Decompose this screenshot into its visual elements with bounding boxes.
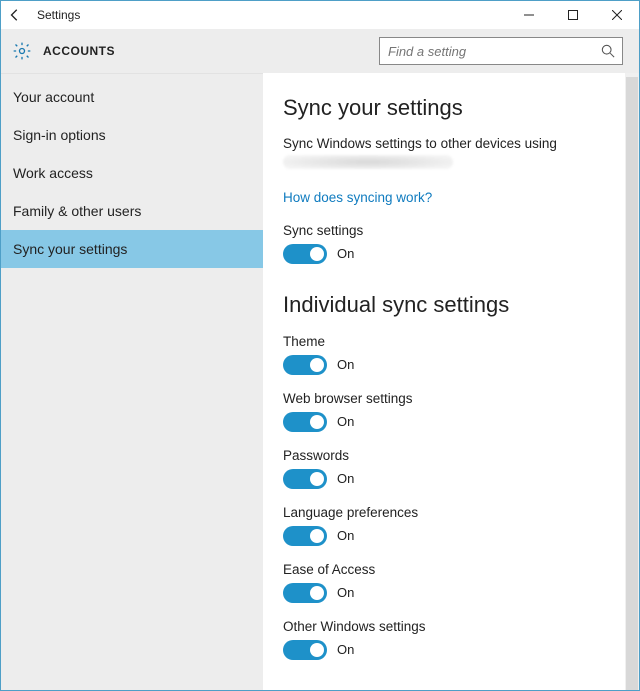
- toggle-passwords[interactable]: [283, 469, 327, 489]
- window-title: Settings: [29, 8, 80, 22]
- sidebar: Your account Sign-in options Work access…: [1, 73, 263, 690]
- sidebar-item-sign-in-options[interactable]: Sign-in options: [1, 116, 263, 154]
- section-heading-individual: Individual sync settings: [283, 292, 619, 318]
- back-button[interactable]: [1, 1, 29, 29]
- title-bar: Settings: [1, 1, 639, 29]
- gear-icon: [11, 40, 33, 62]
- setting-label: Theme: [283, 334, 619, 349]
- sidebar-item-label: Your account: [13, 89, 94, 105]
- settings-window: Settings ACCOUNTS Your account Sign-in o…: [0, 0, 640, 691]
- setting-language: Language preferences On: [283, 505, 619, 546]
- sync-description: Sync Windows settings to other devices u…: [283, 135, 619, 153]
- toggle-web-browser[interactable]: [283, 412, 327, 432]
- toggle-state: On: [337, 528, 354, 543]
- breadcrumb: ACCOUNTS: [43, 44, 115, 58]
- toggle-ease-of-access[interactable]: [283, 583, 327, 603]
- sidebar-item-label: Sign-in options: [13, 127, 106, 143]
- setting-theme: Theme On: [283, 334, 619, 375]
- sidebar-item-your-account[interactable]: Your account: [1, 78, 263, 116]
- toggle-state: On: [337, 585, 354, 600]
- setting-label: Other Windows settings: [283, 619, 619, 634]
- setting-sync-master: Sync settings On: [283, 223, 619, 264]
- scrollbar[interactable]: [625, 73, 639, 690]
- sidebar-item-label: Work access: [13, 165, 93, 181]
- maximize-button[interactable]: [551, 1, 595, 29]
- toggle-sync-settings[interactable]: [283, 244, 327, 264]
- search-input[interactable]: [380, 44, 594, 59]
- toggle-state: On: [337, 357, 354, 372]
- setting-ease-of-access: Ease of Access On: [283, 562, 619, 603]
- sidebar-item-work-access[interactable]: Work access: [1, 154, 263, 192]
- toggle-theme[interactable]: [283, 355, 327, 375]
- setting-label: Passwords: [283, 448, 619, 463]
- sidebar-item-label: Sync your settings: [13, 241, 127, 257]
- toggle-state: On: [337, 471, 354, 486]
- setting-label: Web browser settings: [283, 391, 619, 406]
- toggle-language[interactable]: [283, 526, 327, 546]
- setting-other-windows: Other Windows settings On: [283, 619, 619, 660]
- scrollbar-thumb[interactable]: [626, 77, 638, 690]
- setting-web-browser: Web browser settings On: [283, 391, 619, 432]
- setting-label: Ease of Access: [283, 562, 619, 577]
- body: Your account Sign-in options Work access…: [1, 73, 639, 690]
- setting-passwords: Passwords On: [283, 448, 619, 489]
- section-heading-sync: Sync your settings: [283, 95, 619, 121]
- minimize-button[interactable]: [507, 1, 551, 29]
- toggle-state: On: [337, 246, 354, 261]
- toggle-state: On: [337, 642, 354, 657]
- search-icon[interactable]: [594, 37, 622, 65]
- how-syncing-works-link[interactable]: How does syncing work?: [283, 190, 432, 205]
- toggle-other-windows[interactable]: [283, 640, 327, 660]
- header-bar: ACCOUNTS: [1, 29, 639, 73]
- setting-label: Sync settings: [283, 223, 619, 238]
- setting-label: Language preferences: [283, 505, 619, 520]
- sidebar-item-label: Family & other users: [13, 203, 141, 219]
- content-area: Sync your settings Sync Windows settings…: [263, 73, 639, 690]
- sidebar-item-sync-your-settings[interactable]: Sync your settings: [1, 230, 263, 268]
- sidebar-item-family-other-users[interactable]: Family & other users: [1, 192, 263, 230]
- account-email-redacted: [283, 155, 453, 169]
- close-button[interactable]: [595, 1, 639, 29]
- toggle-state: On: [337, 414, 354, 429]
- search-box[interactable]: [379, 37, 623, 65]
